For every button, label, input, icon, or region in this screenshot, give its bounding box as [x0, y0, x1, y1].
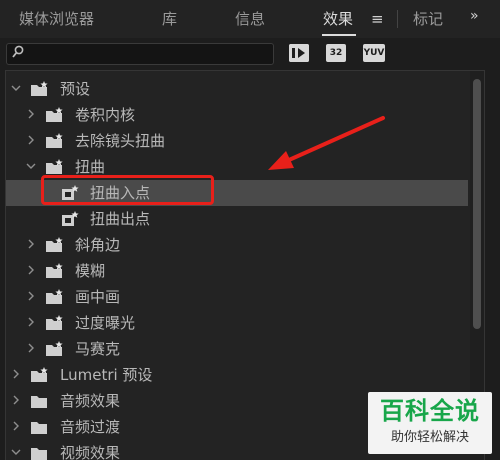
chevron-right-icon[interactable] [25, 315, 37, 329]
tab-media-browser[interactable]: 媒体浏览器 [19, 0, 94, 38]
tab-libraries[interactable]: 库 [162, 0, 177, 38]
active-tab-indicator [322, 34, 356, 36]
watermark-logo: 百科全说 助你轻松解决 [368, 392, 492, 454]
watermark-title: 百科全说 [380, 397, 480, 425]
preset-folder-icon [45, 159, 63, 175]
tab-overflow-icon[interactable]: » [470, 8, 478, 24]
preset-folder-icon [45, 289, 63, 305]
preset-folder-icon [30, 367, 48, 383]
tree-folder[interactable]: Lumetri 预设 [6, 362, 468, 388]
chevron-right-icon[interactable] [25, 237, 37, 251]
search-icon [12, 45, 24, 63]
tree-folder[interactable]: 斜角边 [6, 232, 468, 258]
tree-folder[interactable]: 预设 [6, 76, 468, 102]
tab-divider [397, 10, 398, 28]
tree-item[interactable]: 扭曲出点 [6, 206, 468, 232]
preset-folder-icon [45, 133, 63, 149]
tree-folder[interactable]: 卷积内核 [6, 102, 468, 128]
tree-item-label: 模糊 [75, 262, 106, 280]
tree-item-label: 扭曲出点 [90, 210, 151, 228]
accelerated-effects-button[interactable] [289, 44, 309, 62]
tree-folder[interactable]: 去除镜头扭曲 [6, 128, 468, 154]
tab-markers[interactable]: 标记 [413, 0, 443, 38]
chevron-right-icon[interactable] [10, 419, 22, 433]
tree-item-label: 扭曲 [75, 158, 106, 176]
tree-item-label: Lumetri 预设 [60, 366, 153, 384]
preset-item-icon [60, 211, 79, 227]
tree-item-label: 预设 [60, 80, 91, 98]
scrollbar-thumb[interactable] [473, 79, 481, 329]
folder-icon [30, 393, 48, 409]
tree-item-label: 音频过渡 [60, 418, 121, 436]
panel-tab-bar: 媒体浏览器 库 信息 效果 ≡ 标记 » [0, 0, 500, 38]
chevron-right-icon[interactable] [25, 263, 37, 277]
preset-folder-icon [45, 107, 63, 123]
preset-folder-icon [45, 263, 63, 279]
yuv-effects-button[interactable]: YUV [363, 44, 385, 62]
tree-folder[interactable]: 画中画 [6, 284, 468, 310]
chevron-right-icon[interactable] [25, 133, 37, 147]
annotation-highlight-box [41, 175, 214, 205]
tree-item-label: 斜角边 [75, 236, 121, 254]
tree-item-label: 画中画 [75, 288, 121, 306]
chevron-right-icon[interactable] [25, 107, 37, 121]
chevron-right-icon[interactable] [10, 393, 22, 407]
preset-folder-icon [45, 315, 63, 331]
effects-search-field[interactable] [6, 43, 274, 65]
chevron-right-icon[interactable] [25, 289, 37, 303]
tree-folder[interactable]: 过度曝光 [6, 310, 468, 336]
tree-item-label: 视频效果 [60, 444, 121, 460]
search-input[interactable] [29, 44, 269, 64]
32bit-effects-button[interactable]: 32 [326, 44, 346, 62]
chevron-down-icon[interactable] [25, 159, 37, 173]
tree-folder[interactable]: 马赛克 [6, 336, 468, 362]
panel-menu-icon[interactable]: ≡ [371, 10, 384, 28]
folder-icon [30, 445, 48, 460]
tree-item-label: 音频效果 [60, 392, 121, 410]
folder-icon [30, 419, 48, 435]
preset-folder-icon [30, 81, 48, 97]
preset-folder-icon [45, 341, 63, 357]
tree-item-label: 马赛克 [75, 340, 121, 358]
tree-item-label: 过度曝光 [75, 314, 136, 332]
watermark-subtitle: 助你轻松解决 [390, 430, 469, 445]
tab-effects[interactable]: 效果 [323, 0, 353, 38]
chevron-down-icon[interactable] [10, 445, 22, 459]
tree-item-label: 去除镜头扭曲 [75, 132, 166, 150]
preset-folder-icon [45, 237, 63, 253]
chevron-right-icon[interactable] [10, 367, 22, 381]
tree-item-label: 卷积内核 [75, 106, 136, 124]
chevron-right-icon[interactable] [25, 341, 37, 355]
tree-folder[interactable]: 模糊 [6, 258, 468, 284]
chevron-down-icon[interactable] [10, 81, 22, 95]
tab-info[interactable]: 信息 [235, 0, 265, 38]
